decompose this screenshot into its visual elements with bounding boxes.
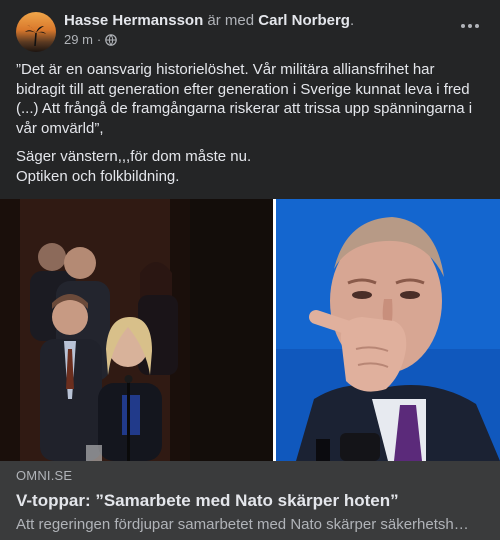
tagged-suffix: . — [349, 12, 355, 29]
press-conference-illustration — [0, 199, 273, 461]
with-text: är med — [207, 12, 255, 29]
post-text-line: Säger vänstern,,,för dom måste nu. — [16, 148, 252, 165]
post-text-line: ”Det är en oansvarig historielöshet. Vår… — [16, 61, 435, 78]
meta-separator: · — [96, 32, 102, 47]
avatar[interactable] — [16, 12, 56, 52]
post-text-line: bidragit till att generation efter gener… — [16, 80, 470, 98]
palm-tree-icon — [25, 25, 46, 46]
globe-icon[interactable] — [105, 33, 118, 46]
post-paragraph-1: ”Det är en oansvarig historielöshet. Vår… — [16, 60, 486, 138]
link-domain: OMNI.SE — [16, 468, 73, 483]
post-meta: 29 m · — [64, 32, 118, 47]
author-name[interactable]: Hasse Hermansson — [64, 12, 203, 29]
post-paragraph-2: Säger vänstern,,,för dom måste nu. Optik… — [16, 147, 486, 186]
press-conference-photo — [0, 199, 273, 461]
post-text-line: (...) Att frångå de framgångarna riskera… — [16, 100, 473, 117]
post-header-line: Hasse Hermansson är med Carl Norberg. — [64, 11, 354, 31]
more-dot — [468, 24, 472, 28]
post-text: ”Det är en oansvarig historielöshet. Vår… — [16, 60, 486, 195]
link-preview-image[interactable] — [0, 199, 500, 461]
portrait-illustration — [276, 199, 500, 461]
portrait-photo — [276, 199, 500, 461]
more-horizontal-icon — [461, 24, 465, 28]
tagged-person-name[interactable]: Carl Norberg — [258, 12, 350, 29]
post-header: Hasse Hermansson är med Carl Norberg. 29… — [16, 10, 486, 54]
link-description: Att regeringen fördjupar samarbetet med … — [16, 516, 469, 533]
more-options-button[interactable] — [454, 14, 486, 38]
link-preview-card[interactable]: OMNI.SE V-toppar: ”Samarbete med Nato sk… — [0, 461, 500, 540]
more-dot — [475, 24, 479, 28]
post-text-line: Optiken och folkbildning. — [16, 167, 180, 185]
post-text-line: vår omvärld”, — [16, 119, 104, 137]
post-timestamp[interactable]: 29 m — [64, 32, 93, 47]
link-title[interactable]: V-toppar: ”Samarbete med Nato skärper ho… — [16, 490, 484, 512]
